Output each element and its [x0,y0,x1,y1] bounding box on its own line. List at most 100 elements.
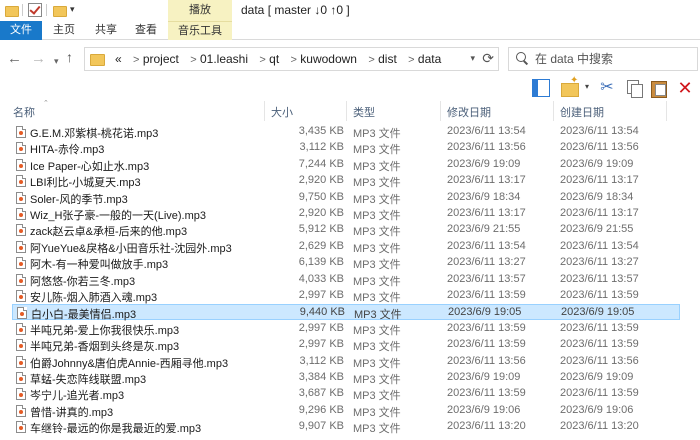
table-row[interactable]: 白小白-最美情侣.mp3 9,440 KB MP3 文件 2023/6/9 19:05… [12,304,680,321]
window-title: data [ master ↓0 ↑0 ] [241,3,350,17]
file-created-date: 2023/6/11 13:17 [560,174,639,187]
breadcrumb-data[interactable]: data [418,52,441,66]
file-name: 安儿陈-烟入肺酒入魂.mp3 [30,292,158,304]
table-row[interactable]: 阿木-有一种爱叫做放手.mp3 6,139 KB MP3 文件 2023/6/11 1… [12,255,680,271]
file-size: 2,920 KB [298,207,344,219]
chevron-right-icon[interactable]: > [291,54,297,66]
file-type: MP3 文件 [353,242,401,255]
chevron-right-icon[interactable]: > [408,54,414,66]
up-arrow-icon[interactable]: ↑ [66,50,73,65]
file-size: 2,920 KB [298,174,344,187]
file-type: MP3 文件 [353,160,401,173]
forward-arrow-icon[interactable]: → [31,51,46,66]
cut-scissors-icon[interactable]: ✂ [598,79,616,97]
file-modified-date: 2023/6/11 13:57 [447,272,526,285]
table-row[interactable]: Soler-风的季节.mp3 9,750 KB MP3 文件 2023/6/9 18:… [12,190,680,206]
new-item-folder-icon[interactable] [561,75,579,97]
file-modified-date: 2023/6/11 13:20 [447,420,526,433]
column-header-modified[interactable]: 修改日期 [447,104,491,120]
back-arrow-icon[interactable]: ← [7,51,22,66]
table-row[interactable]: 半吨兄弟-爱上你我很快乐.mp3 2,997 KB MP3 文件 2023/6/11 … [12,321,680,337]
breadcrumb-dist[interactable]: dist [378,52,397,66]
table-row[interactable]: 草蜢-失恋阵线联盟.mp3 3,384 KB MP3 文件 2023/6/9 19:0… [12,370,680,386]
mp3-file-icon [16,224,26,237]
recent-locations-chevron-icon[interactable]: ▾ [54,54,59,69]
breadcrumb-kuwodown[interactable]: kuwodown [300,52,357,66]
file-size: 3,112 KB [299,141,344,154]
column-resize-handle[interactable] [553,101,554,121]
table-row[interactable]: 安儿陈-烟入肺酒入魂.mp3 2,997 KB MP3 文件 2023/6/11 13… [12,288,680,304]
column-resize-handle[interactable] [264,101,265,121]
file-name: 车继铃-最远的你是我最近的爱.mp3 [30,423,202,436]
table-row[interactable]: 半吨兄弟-香烟到头终是灰.mp3 2,997 KB MP3 文件 2023/6/11 … [12,337,680,353]
file-modified-date: 2023/6/9 18:34 [447,190,521,203]
file-created-date: 2023/6/11 13:59 [560,338,639,351]
search-input[interactable] [535,50,693,68]
delete-x-icon[interactable]: ✕ [676,79,694,97]
tab-file[interactable]: 文件 [0,21,42,40]
file-type: MP3 文件 [353,259,401,272]
properties-check-icon[interactable] [28,3,42,17]
new-item-dropdown-icon[interactable]: ▾ [585,82,589,91]
new-folder-quick-icon[interactable] [52,3,67,17]
column-resize-handle[interactable] [346,101,347,121]
column-header-size[interactable]: 大小 [271,104,293,120]
preview-pane-icon[interactable] [532,79,550,97]
breadcrumb-01-leashi[interactable]: 01.leashi [200,52,248,66]
quick-access-dropdown-icon[interactable]: ▾ [70,4,75,15]
table-row[interactable]: zack赵云卓&承桓-后来的他.mp3 5,912 KB MP3 文件 2023/6/… [12,222,680,238]
file-name: 半吨兄弟-香烟到头终是灰.mp3 [30,341,180,354]
chevron-right-icon[interactable]: > [368,54,374,66]
chevron-right-icon[interactable]: > [259,54,265,66]
paste-clipboard-icon[interactable] [650,79,668,98]
file-size: 9,296 KB [298,403,344,416]
file-type: MP3 文件 [353,292,401,304]
table-row[interactable]: 岑宁儿-追光者.mp3 3,687 KB MP3 文件 2023/6/11 13:59… [12,386,680,402]
table-row[interactable]: 伯爵Johnny&唐伯虎Annie-西厢寻他.mp3 3,112 KB MP3 文件… [12,354,680,370]
file-modified-date: 2023/6/11 13:56 [447,141,526,154]
table-row[interactable]: 曾惜-讲真的.mp3 9,296 KB MP3 文件 2023/6/9 19:06 20… [12,403,680,419]
table-row[interactable]: G.E.M.邓紫棋-桃花诺.mp3 3,435 KB MP3 文件 2023/6/11… [12,124,680,140]
column-resize-handle[interactable] [440,101,441,121]
column-resize-handle[interactable] [666,101,667,121]
search-box[interactable] [508,47,698,71]
table-row[interactable]: 车继铃-最远的你是我最近的爱.mp3 9,907 KB MP3 文件 2023/6/1… [12,419,680,435]
table-row[interactable]: 阿YueYue&戾格&小田音乐社-沈园外.mp3 2,629 KB MP3 文件 20… [12,239,680,255]
address-bar[interactable]: « > project > 01.leashi > qt > kuwodown … [84,47,499,71]
column-header-name[interactable]: 名称 [13,104,35,120]
breadcrumb-project[interactable]: project [143,52,179,66]
ribbon-tabs: 文件 主页 共享 查看 音乐工具 [0,21,700,40]
tab-home[interactable]: 主页 [48,21,80,40]
chevron-right-icon: > [133,54,140,66]
file-type: MP3 文件 [353,210,401,222]
file-name: 伯爵Johnny&唐伯虎Annie-西厢寻他.mp3 [30,357,229,370]
file-created-date: 2023/6/11 13:59 [560,321,639,334]
file-name: zack赵云卓&承桓-后来的他.mp3 [30,226,188,239]
title-bar: ▾ 播放 data [ master ↓0 ↑0 ] [0,0,700,21]
navigation-bar: ← → ▾ ↑ « > project > 01.leashi > qt > k… [0,41,700,76]
column-header-created[interactable]: 创建日期 [560,104,604,120]
mp3-file-icon [16,126,26,138]
table-row[interactable]: HITA-赤伶.mp3 3,112 KB MP3 文件 2023/6/11 13:56… [12,140,680,156]
table-row[interactable]: LBI利比-小城夏天.mp3 2,920 KB MP3 文件 2023/6/11 13… [12,173,680,189]
table-row[interactable]: Ice Paper-心如止水.mp3 7,244 KB MP3 文件 2023/6/9… [12,157,680,173]
column-header-type[interactable]: 类型 [353,104,375,120]
column-headers: 名称 ⌃ 大小 类型 修改日期 创建日期 [0,100,700,121]
breadcrumb-qt[interactable]: qt [269,52,279,66]
ribbon-context-group-play[interactable]: 播放 [168,0,232,21]
address-dropdown-icon[interactable]: ▾ [470,53,475,64]
refresh-icon[interactable]: ⟳ [482,50,494,67]
table-row[interactable]: Wiz_H张子豪-一般的一天(Live).mp3 2,920 KB MP3 文件 20… [12,206,680,222]
chevron-right-icon[interactable]: > [190,54,196,66]
tab-view[interactable]: 查看 [130,21,162,40]
tab-music-tools[interactable]: 音乐工具 [168,21,232,40]
copy-icon[interactable] [625,79,643,98]
file-modified-date: 2023/6/11 13:17 [447,174,526,187]
file-type: MP3 文件 [353,226,401,239]
folder-icon[interactable] [4,3,19,17]
mp3-file-icon [16,142,26,155]
file-size: 9,440 KB [299,306,345,319]
table-row[interactable]: 阿悠悠-你若三冬.mp3 4,033 KB MP3 文件 2023/6/11 13:5… [12,272,680,288]
breadcrumb-overflow[interactable]: « [115,52,122,66]
tab-share[interactable]: 共享 [90,21,122,40]
